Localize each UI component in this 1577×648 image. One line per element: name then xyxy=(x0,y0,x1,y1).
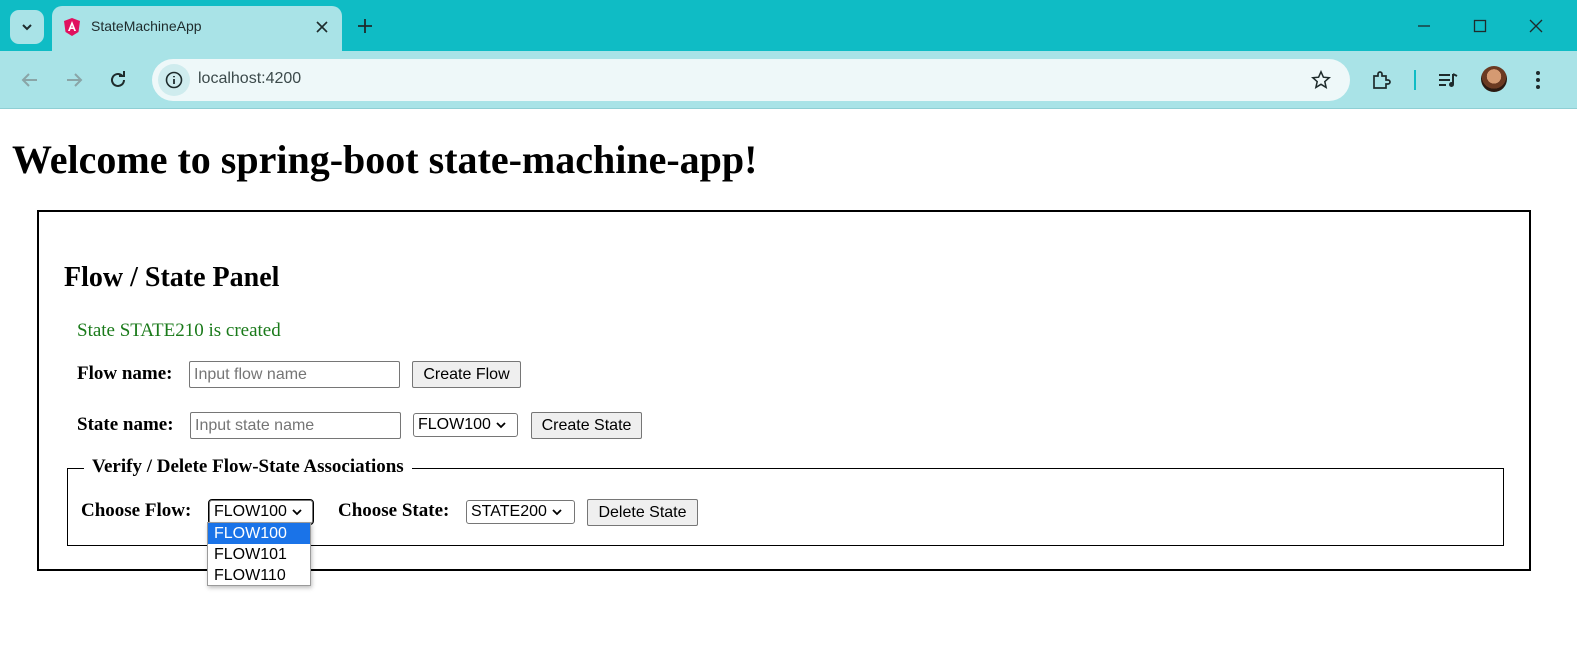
panel-title: Flow / State Panel xyxy=(64,262,280,293)
choose-state-select-value: STATE200 xyxy=(471,503,547,520)
toolbar-divider xyxy=(1414,70,1416,90)
dropdown-option[interactable]: FLOW110 xyxy=(208,565,310,586)
chevron-down-icon xyxy=(291,506,303,518)
state-name-input[interactable] xyxy=(190,412,401,439)
flow-name-label: Flow name: xyxy=(77,363,173,384)
state-name-label: State name: xyxy=(77,414,174,435)
fieldset-legend: Verify / Delete Flow-State Associations xyxy=(84,456,412,478)
status-message: State STATE210 is created xyxy=(77,320,281,341)
site-info-icon[interactable] xyxy=(158,64,190,96)
more-menu-icon[interactable] xyxy=(1526,68,1550,92)
minimize-icon[interactable] xyxy=(1413,15,1435,37)
chevron-down-icon xyxy=(495,419,507,431)
reload-icon[interactable] xyxy=(106,68,130,92)
tab-search-button[interactable] xyxy=(10,10,44,44)
url-text: localhost:4200 xyxy=(198,70,302,87)
back-arrow-icon[interactable] xyxy=(18,68,42,92)
forward-arrow-icon[interactable] xyxy=(62,68,86,92)
chevron-down-icon xyxy=(551,506,563,518)
angular-logo-icon xyxy=(64,18,80,36)
maximize-icon[interactable] xyxy=(1469,15,1491,37)
create-state-button[interactable]: Create State xyxy=(531,412,642,439)
address-bar[interactable]: localhost:4200 xyxy=(152,59,1350,101)
create-flow-button[interactable]: Create Flow xyxy=(412,361,521,388)
delete-state-button[interactable]: Delete State xyxy=(587,499,698,526)
close-tab-icon[interactable] xyxy=(312,17,332,37)
tab-title: StateMachineApp xyxy=(91,18,202,34)
dropdown-option[interactable]: FLOW100 xyxy=(208,523,310,544)
choose-flow-select-value: FLOW100 xyxy=(214,503,287,520)
browser-tab[interactable]: StateMachineApp xyxy=(52,6,342,51)
page-title: Welcome to spring-boot state-machine-app… xyxy=(12,137,758,182)
bookmark-star-icon[interactable] xyxy=(1310,69,1332,91)
browser-tab-bar: StateMachineApp xyxy=(0,0,1577,51)
page-content: Welcome to spring-boot state-machine-app… xyxy=(0,110,1577,648)
state-flow-select-value: FLOW100 xyxy=(418,416,491,433)
chevron-down-icon xyxy=(22,24,32,31)
media-queue-icon[interactable] xyxy=(1436,68,1460,92)
browser-toolbar: localhost:4200 xyxy=(0,51,1577,109)
flow-state-panel: Flow / State Panel State STATE210 is cre… xyxy=(37,210,1531,571)
choose-flow-label: Choose Flow: xyxy=(81,500,192,521)
choose-state-label: Choose State: xyxy=(338,500,450,521)
choose-state-select[interactable]: STATE200 xyxy=(466,500,575,524)
state-flow-select[interactable]: FLOW100 xyxy=(413,413,518,437)
choose-flow-select[interactable]: FLOW100 xyxy=(208,499,314,525)
flow-options-dropdown: FLOW100 FLOW101 FLOW110 xyxy=(207,522,311,586)
new-tab-icon[interactable] xyxy=(354,15,376,37)
extensions-puzzle-icon[interactable] xyxy=(1369,68,1393,92)
dropdown-option[interactable]: FLOW101 xyxy=(208,544,310,565)
profile-avatar[interactable] xyxy=(1481,66,1507,92)
close-window-icon[interactable] xyxy=(1525,15,1547,37)
flow-name-input[interactable] xyxy=(189,361,400,388)
